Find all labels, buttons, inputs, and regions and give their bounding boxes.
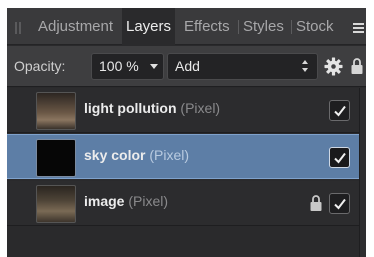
layer-row-light-pollution[interactable]: light pollution (Pixel) bbox=[7, 88, 359, 133]
layer-thumbnail bbox=[36, 92, 76, 130]
tab-separator bbox=[291, 20, 292, 34]
checkmark-icon bbox=[334, 152, 346, 164]
up-down-arrows-icon bbox=[302, 60, 310, 74]
layer-type: (Pixel) bbox=[180, 100, 221, 116]
layer-name: sky color bbox=[84, 147, 146, 163]
panel-tab-bar: Adjustment Layers Effects Styles Stock bbox=[7, 8, 366, 46]
layers-toolbar: Opacity: 100 % Add bbox=[7, 46, 366, 87]
visibility-checkbox[interactable] bbox=[329, 100, 350, 121]
layer-row-sky-color[interactable]: sky color (Pixel) bbox=[7, 134, 359, 179]
opacity-value: 100 % bbox=[99, 58, 139, 74]
chevron-down-icon bbox=[150, 64, 158, 69]
layer-name: light pollution bbox=[84, 100, 177, 116]
tab-stock[interactable]: Stock bbox=[296, 8, 334, 45]
lock-icon[interactable] bbox=[310, 194, 322, 212]
checkmark-icon bbox=[334, 105, 346, 117]
scrollbar[interactable] bbox=[359, 88, 366, 257]
tab-styles[interactable]: Styles bbox=[243, 8, 284, 45]
layer-thumbnail bbox=[36, 139, 76, 177]
layer-row-image[interactable]: image (Pixel) bbox=[7, 181, 359, 226]
lock-icon[interactable] bbox=[351, 57, 363, 75]
blend-mode-value: Add bbox=[175, 58, 200, 74]
tab-separator bbox=[238, 20, 239, 34]
layer-label: light pollution (Pixel) bbox=[84, 100, 220, 116]
blend-mode-select[interactable]: Add bbox=[167, 53, 318, 80]
tab-adjustment[interactable]: Adjustment bbox=[38, 8, 113, 45]
layers-list: light pollution (Pixel) sky color (Pixel… bbox=[7, 88, 366, 257]
gear-icon[interactable] bbox=[324, 57, 343, 76]
tab-layers[interactable]: Layers bbox=[122, 8, 176, 46]
visibility-checkbox[interactable] bbox=[329, 147, 350, 168]
layer-label: sky color (Pixel) bbox=[84, 147, 189, 163]
layer-label: image (Pixel) bbox=[84, 193, 168, 209]
panel-grip-handle[interactable] bbox=[15, 22, 23, 34]
checkmark-icon bbox=[334, 198, 346, 210]
layer-type: (Pixel) bbox=[149, 147, 190, 163]
opacity-label: Opacity: bbox=[14, 58, 66, 74]
tab-effects[interactable]: Effects bbox=[184, 8, 230, 45]
layers-panel: Adjustment Layers Effects Styles Stock O… bbox=[7, 8, 366, 257]
layer-name: image bbox=[84, 193, 125, 209]
layer-thumbnail bbox=[36, 185, 76, 223]
layer-type: (Pixel) bbox=[128, 193, 169, 209]
opacity-dropdown[interactable]: 100 % bbox=[91, 53, 164, 80]
visibility-checkbox[interactable] bbox=[329, 193, 350, 214]
panel-menu-icon[interactable] bbox=[353, 23, 366, 33]
